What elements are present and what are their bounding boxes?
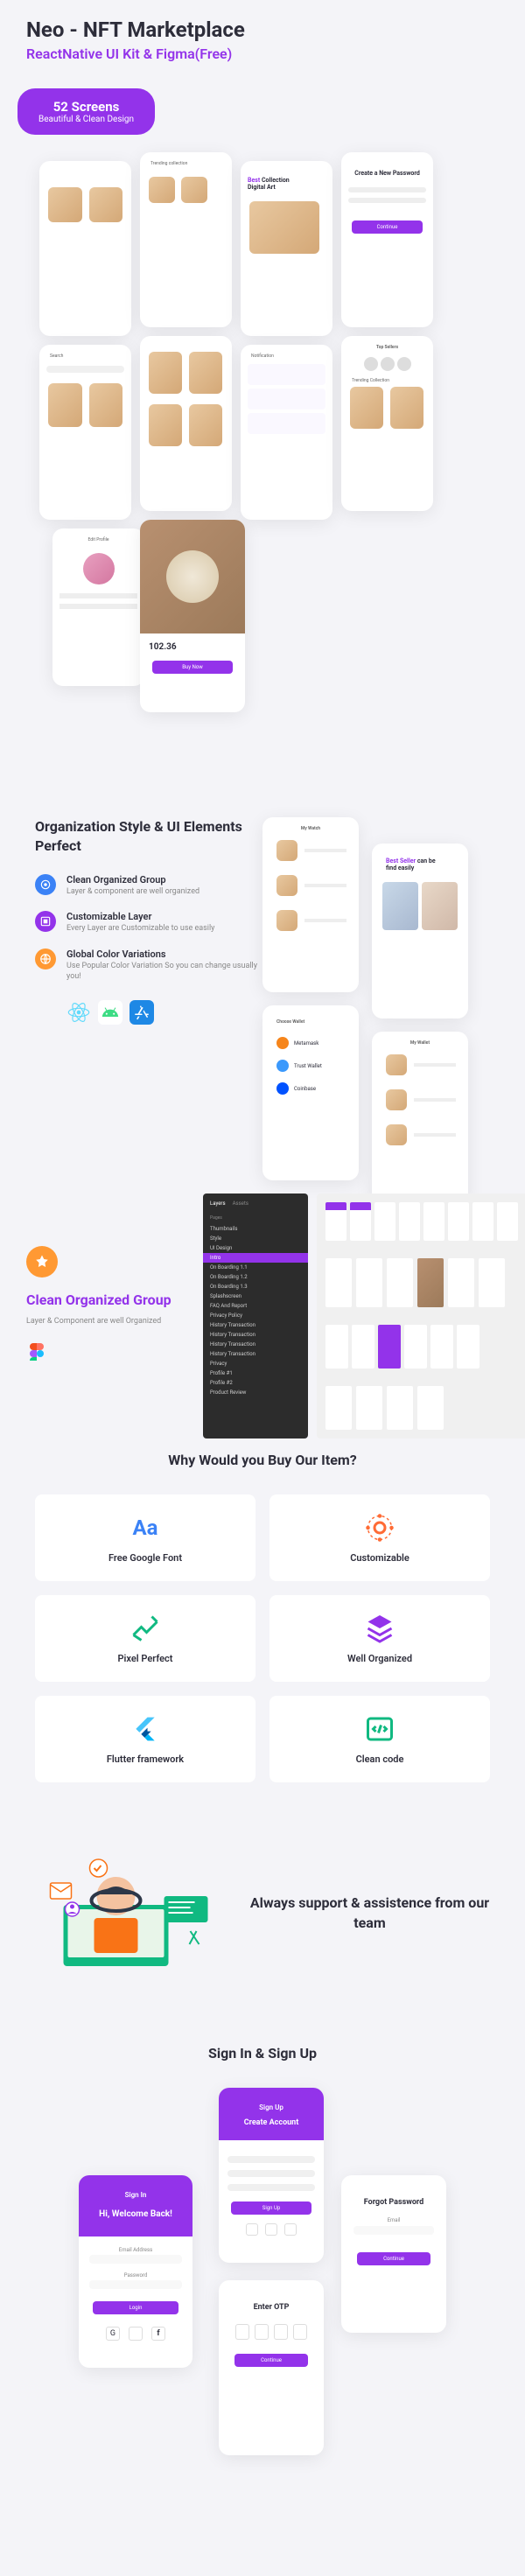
organized-icon [364, 1613, 396, 1644]
why-buy-title: Why Would you Buy Our Item? [35, 1452, 490, 1468]
clean-organized-icon [35, 874, 56, 895]
hero-section: Neo - NFT Marketplace ReactNative UI Kit… [0, 0, 525, 71]
font-icon: Aa [130, 1512, 161, 1544]
feature-card: Aa Free Google Font [35, 1494, 256, 1581]
clean-code-icon [364, 1713, 396, 1745]
support-section: Always support & assistence from our tea… [0, 1817, 525, 2010]
support-illustration [35, 1852, 232, 1975]
phone-preview [140, 336, 232, 511]
support-text: Always support & assistence from our tea… [249, 1894, 490, 1933]
figma-section: Clean Organized Group Layer & Component … [0, 1211, 525, 1399]
feature-card: Clean code [270, 1696, 490, 1782]
figma-section-title: Clean Organized Group [26, 1292, 186, 1310]
figma-artboards-preview [317, 1194, 525, 1438]
phone-preview: Top SellersTrending Collection [341, 336, 433, 511]
feature-card: Well Organized [270, 1595, 490, 1682]
badge-title: 52 Screens [38, 99, 134, 115]
phone-preview: My Wallet [372, 1032, 468, 1207]
figma-logo-icon [26, 1340, 47, 1361]
phone-preview: Edit Profile [52, 528, 144, 686]
phone-preview [39, 161, 131, 336]
organization-title: Organization Style & UI Elements Perfect [35, 817, 262, 857]
feature-card: Flutter framework [35, 1696, 256, 1782]
feature-card: Customizable [270, 1494, 490, 1581]
pixel-perfect-icon [130, 1613, 161, 1644]
figma-badge-icon [26, 1246, 58, 1278]
org-feature-item: Clean Organized GroupLayer & component a… [35, 874, 262, 898]
screens-badge: 52 Screens Beautiful & Clean Design [18, 88, 155, 135]
phone-preview-otp: Enter OTPContinue [219, 2280, 324, 2455]
react-icon [66, 1000, 91, 1025]
flutter-icon [130, 1713, 161, 1745]
phone-preview: 102.36Buy Now [140, 520, 245, 712]
phone-preview: Create a New PasswordContinue [341, 152, 433, 327]
why-buy-section: Why Would you Buy Our Item? Aa Free Goog… [0, 1399, 525, 1817]
phone-preview: Notification [241, 345, 332, 520]
hero-title: Neo - NFT Marketplace [26, 18, 499, 42]
org-feature-item: Customizable LayerEvery Layer are Custom… [35, 911, 262, 934]
customizable-icon [364, 1512, 396, 1544]
phone-preview-signup: Sign UpCreate Account Sign Up [219, 2088, 324, 2263]
customizable-icon [35, 911, 56, 932]
phone-preview: Search [39, 345, 131, 520]
phone-preview: Trending collection [140, 152, 232, 327]
signin-section: Sign In & Sign Up Sign UpCreate Account … [0, 2010, 525, 2525]
global-color-icon [35, 948, 56, 970]
feature-card: Pixel Perfect [35, 1595, 256, 1682]
badge-subtitle: Beautiful & Clean Design [38, 115, 134, 124]
platform-icons [66, 1000, 262, 1025]
phone-preview-forgot: Forgot PasswordEmailContinue [341, 2175, 446, 2333]
figma-layers-panel: LayersAssets Pages Thumbnails Style UI D… [203, 1194, 308, 1438]
phone-preview-signin: Sign InHi, Welcome Back! Email AddressPa… [79, 2175, 192, 2368]
appstore-icon [130, 1000, 154, 1025]
android-icon [98, 1000, 122, 1025]
phone-preview: Best Best Collection Digital ArtCollecti… [241, 161, 332, 336]
phone-preview: My Watch [262, 817, 359, 992]
screens-preview-grid: Trending collection Best Best Collection… [0, 152, 525, 782]
org-feature-item: Global Color VariationsUse Popular Color… [35, 948, 262, 982]
phone-preview: Best Seller can befind easily [372, 844, 468, 1018]
hero-subtitle: ReactNative UI Kit & Figma(Free) [26, 46, 499, 62]
org-phones-preview: My Watch Best Seller can befind easily C… [262, 817, 490, 1185]
figma-section-desc: Layer & Component are well Organized [26, 1317, 186, 1326]
organization-section: Organization Style & UI Elements Perfect… [0, 782, 525, 1211]
signin-title: Sign In & Sign Up [26, 2045, 499, 2062]
phone-preview: Choose WalletMetamaskTrust WalletCoinbas… [262, 1005, 359, 1180]
